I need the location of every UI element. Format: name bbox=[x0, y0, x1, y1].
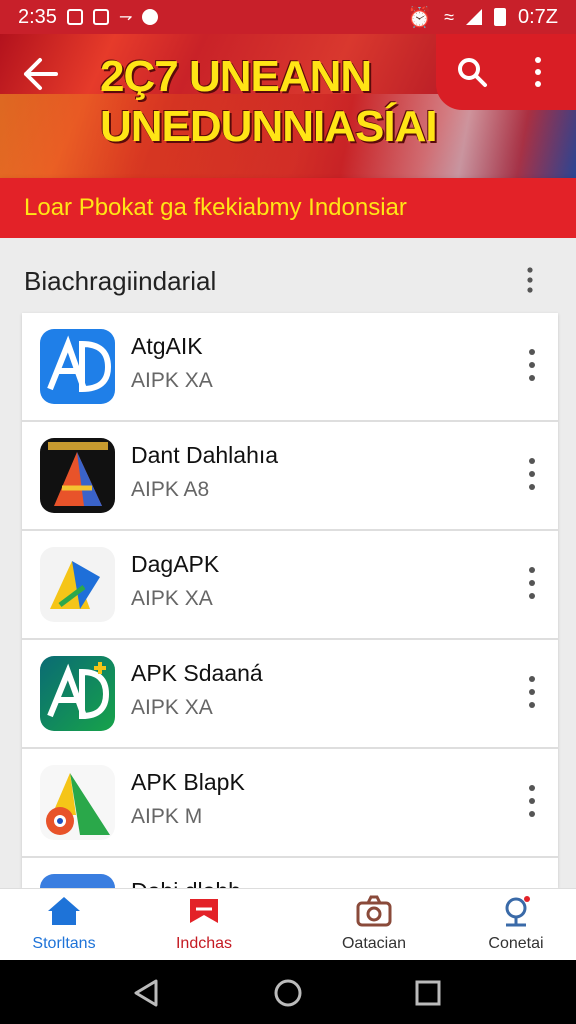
system-navigation-bar bbox=[0, 960, 576, 1024]
app-name: APK BlapK bbox=[131, 769, 245, 795]
a-gear-icon bbox=[40, 765, 115, 840]
gallery-notification-icon bbox=[92, 9, 109, 25]
status-time: 2:35 bbox=[18, 5, 57, 28]
ad-green-icon bbox=[40, 656, 115, 731]
app-list-item[interactable]: Dant Dahlahıa AIPK A8 bbox=[22, 422, 558, 531]
notification-icon bbox=[66, 9, 83, 25]
app-subtitle: AIPK A8 bbox=[131, 478, 210, 501]
system-back-icon[interactable] bbox=[132, 978, 162, 1008]
nav-label: Indchas bbox=[175, 935, 233, 952]
status-left: 2:35 ⇁ bbox=[18, 5, 159, 29]
item-menu-icon[interactable] bbox=[522, 672, 542, 712]
app-list-item[interactable]: AtgAIK AIPK XA bbox=[22, 313, 558, 422]
battery-icon bbox=[493, 8, 506, 26]
item-menu-icon[interactable] bbox=[522, 454, 542, 494]
status-right-text: 0:7Z bbox=[517, 5, 558, 28]
system-recents-icon[interactable] bbox=[413, 978, 443, 1008]
contact-icon bbox=[505, 896, 530, 927]
bookmark-icon bbox=[190, 899, 218, 923]
item-menu-icon[interactable] bbox=[522, 563, 542, 603]
app-list: AtgAIK AIPK XA Dant Dahlahıa AIPK A8 Dag… bbox=[22, 313, 558, 888]
app-list-item[interactable]: APK BlapK AIPK M bbox=[22, 749, 558, 858]
ap-yellow-blue-icon bbox=[40, 547, 115, 622]
camera-icon bbox=[356, 895, 392, 927]
wifi-icon: ≈ bbox=[444, 6, 454, 27]
nav-label: Oatacian bbox=[341, 935, 407, 952]
nav-item-indchas[interactable]: Indchas bbox=[144, 889, 264, 961]
item-menu-icon[interactable] bbox=[522, 345, 542, 385]
subheader-banner: Loar Pbokat ga fkekiabmy Indonsiar bbox=[0, 178, 576, 238]
app-name: DagAPK bbox=[131, 551, 220, 577]
nav-item-oatacian[interactable]: Oatacian bbox=[314, 889, 434, 961]
partial-app-icon bbox=[40, 874, 115, 888]
app-subtitle: AIPK M bbox=[131, 805, 203, 828]
signal-icon bbox=[465, 9, 482, 25]
back-arrow-icon[interactable] bbox=[18, 54, 62, 94]
banner-title: 2Ç7 UNEANN UNEDUNNIASÍAI bbox=[100, 52, 438, 151]
app-name: APK Sdaaná bbox=[131, 660, 263, 686]
settings-notification-icon: ⇁ bbox=[118, 9, 133, 26]
item-menu-icon[interactable] bbox=[522, 781, 542, 821]
app-subtitle: AIPK XA bbox=[131, 369, 213, 392]
app-name: Dahi dlahh bbox=[131, 878, 241, 888]
message-notification-icon bbox=[142, 9, 159, 25]
app-subtitle: AIPK XA bbox=[131, 587, 213, 610]
home-icon bbox=[48, 897, 80, 925]
app-list-item[interactable]: DagAPK AIPK XA bbox=[22, 531, 558, 640]
system-home-icon[interactable] bbox=[273, 978, 303, 1008]
ad-blue-icon bbox=[40, 329, 115, 404]
app-name: Dant Dahlahıa bbox=[131, 442, 279, 468]
nav-item-storltans[interactable]: Storltans bbox=[4, 889, 124, 961]
section-menu-icon[interactable] bbox=[520, 266, 540, 294]
top-actions bbox=[436, 34, 576, 110]
status-right: ⏰ ≈ 0:7Z bbox=[407, 5, 558, 30]
app-subtitle: AIPK XA bbox=[131, 696, 213, 719]
a-triangle-dark-icon bbox=[40, 438, 115, 513]
nav-label: Conetai bbox=[488, 935, 544, 952]
bottom-navigation: Storltans Indchas Oatacian Conetai bbox=[0, 888, 576, 960]
nav-item-conetai[interactable]: Conetai bbox=[456, 889, 576, 961]
overflow-menu-icon[interactable] bbox=[528, 54, 548, 90]
status-bar: 2:35 ⇁ ⏰ ≈ 0:7Z bbox=[0, 0, 576, 34]
app-list-item[interactable]: Dahi dlahh bbox=[22, 858, 558, 888]
app-list-item[interactable]: APK Sdaaná AIPK XA bbox=[22, 640, 558, 749]
app-name: AtgAIK bbox=[131, 333, 203, 359]
section-title: Biachragiindarial bbox=[24, 266, 217, 296]
alarm-icon: ⏰ bbox=[407, 6, 433, 29]
nav-label: Storltans bbox=[32, 935, 96, 952]
search-icon[interactable] bbox=[456, 56, 488, 88]
